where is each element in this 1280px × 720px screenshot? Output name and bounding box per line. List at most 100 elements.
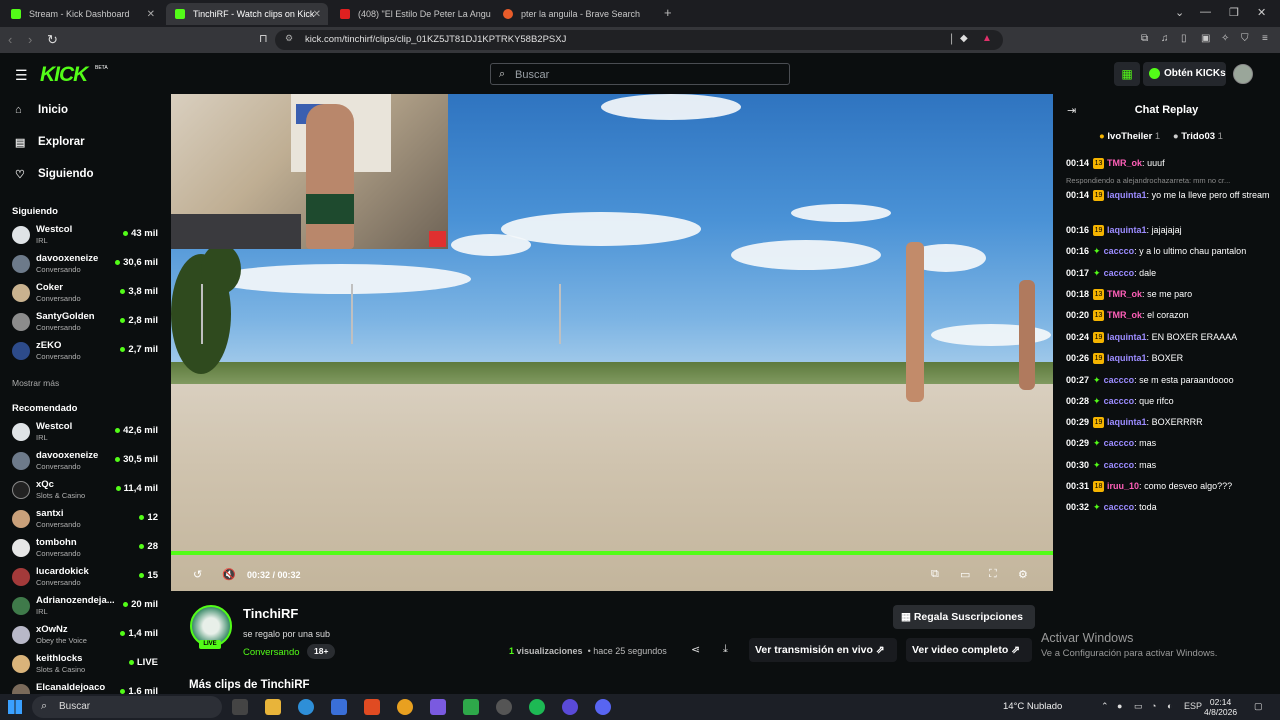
tab-youtube[interactable]: (408) "El Estilo De Peter La Anguila": [331, 3, 491, 25]
language-indicator[interactable]: ESP: [1184, 701, 1202, 711]
channel-coker[interactable]: Coker Conversando 3,8 mil: [12, 282, 162, 308]
minimize-icon[interactable]: —: [1200, 6, 1211, 18]
rec-channel-xqc[interactable]: xQc Slots & Casino 11,4 mil: [12, 479, 162, 505]
close-window-icon[interactable]: ✕: [1257, 6, 1266, 19]
network-icon[interactable]: ◔: [1151, 701, 1156, 711]
download-icon[interactable]: ⤓: [723, 643, 728, 656]
windows-start-icon[interactable]: [8, 700, 22, 714]
rec-channel-xownz[interactable]: xOwNz Obey the Voice 1,4 mil: [12, 624, 162, 650]
task-view-icon[interactable]: [232, 699, 248, 715]
search-input[interactable]: ⌕ Buscar: [490, 63, 790, 85]
file-explorer-icon[interactable]: [265, 699, 281, 715]
chat-username[interactable]: caccco: [1104, 268, 1135, 278]
chat-username[interactable]: caccco: [1104, 375, 1135, 385]
tab-tinchirf-clips[interactable]: TinchiRF - Watch clips on Kick ✕: [166, 3, 328, 25]
channel-name[interactable]: TinchiRF: [243, 606, 298, 621]
rec-channel-davooxeneize[interactable]: davooxeneize Conversando 30,5 mil: [12, 450, 162, 476]
pip-icon[interactable]: ⧉: [931, 568, 939, 581]
obs-icon[interactable]: [496, 699, 512, 715]
chat-username[interactable]: TMR_ok: [1107, 158, 1142, 168]
fullscreen-icon[interactable]: ⛶: [989, 568, 997, 581]
chat-username[interactable]: caccco: [1104, 438, 1135, 448]
battery-icon[interactable]: ▭: [1134, 701, 1143, 712]
vpn-icon[interactable]: ⛉: [1241, 33, 1249, 44]
tab-kick-dashboard[interactable]: Stream - Kick Dashboard ✕: [2, 3, 162, 25]
gift-button[interactable]: ▦: [1114, 62, 1140, 86]
watch-full-button[interactable]: Ver video completo ⇗: [906, 638, 1032, 662]
rec-channel-lucardokick[interactable]: lucardokick Conversando 15: [12, 566, 162, 592]
progress-bar[interactable]: [171, 551, 1053, 555]
chat-username[interactable]: caccco: [1104, 246, 1135, 256]
tab-brave-search[interactable]: pter la anguila - Brave Search: [494, 3, 654, 25]
notification-icon[interactable]: ▢: [1254, 701, 1263, 712]
chat-username[interactable]: caccco: [1104, 460, 1135, 470]
discord-icon[interactable]: [595, 699, 611, 715]
chat-username[interactable]: TMR_ok: [1107, 310, 1142, 320]
extensions-icon[interactable]: ⧉: [1141, 33, 1148, 44]
volume-icon[interactable]: ◐: [1167, 701, 1172, 711]
brave-icon[interactable]: [364, 699, 380, 715]
clip-category[interactable]: Conversando: [243, 647, 300, 658]
channel-zeko[interactable]: zEKO Conversando 2,7 mil: [12, 340, 162, 366]
rec-channel-santxi[interactable]: santxi Conversando 12: [12, 508, 162, 534]
bookmark-icon[interactable]: ⊓: [259, 32, 268, 45]
edge-icon[interactable]: [298, 699, 314, 715]
mature-tag[interactable]: 18+: [307, 644, 336, 659]
channel-davooxeneize[interactable]: davooxeneize Conversando 30,6 mil: [12, 253, 162, 279]
spotify-icon[interactable]: [529, 699, 545, 715]
media-icon[interactable]: ♫: [1161, 33, 1169, 44]
rec-channel-westcol[interactable]: Westcol IRL 42,6 mil: [12, 421, 162, 447]
show-more-link[interactable]: Mostrar más: [12, 378, 59, 388]
gifter-name[interactable]: IvoTheiler: [1107, 131, 1152, 142]
store-icon[interactable]: [331, 699, 347, 715]
channel-westcol[interactable]: Westcol IRL 43 mil: [12, 224, 162, 250]
tab-list-chevron-icon[interactable]: ⌄: [1175, 6, 1184, 19]
gift-subs-button[interactable]: ▦ Regala Suscripciones: [893, 605, 1035, 629]
app-icon[interactable]: [562, 699, 578, 715]
site-info-icon[interactable]: ⚙: [285, 33, 293, 44]
share-icon[interactable]: ⋖: [691, 643, 700, 656]
hamburger-menu-icon[interactable]: ☰: [15, 67, 28, 84]
chat-username[interactable]: laquinta1: [1107, 332, 1147, 342]
close-tab-icon[interactable]: ✕: [313, 9, 321, 20]
leo-ai-icon[interactable]: ✧: [1221, 33, 1229, 44]
chat-username[interactable]: laquinta1: [1107, 417, 1147, 427]
url-field[interactable]: ⚙ kick.com/tinchirf/clips/clip_01KZ5JT81…: [275, 30, 1003, 50]
nav-siguiendo[interactable]: ♡ Siguiendo: [15, 164, 94, 184]
nav-explorar[interactable]: ▤ Explorar: [15, 132, 85, 152]
menu-icon[interactable]: ≡: [1262, 33, 1268, 44]
forward-icon[interactable]: ›: [28, 32, 32, 47]
user-avatar[interactable]: [1233, 64, 1253, 84]
taskbar-clock[interactable]: 02:14 4/8/2026: [1204, 697, 1237, 717]
replay-icon[interactable]: ↺: [193, 568, 202, 581]
chat-username[interactable]: iruu_10: [1107, 481, 1139, 491]
new-tab-icon[interactable]: +: [664, 5, 672, 20]
channel-santygolden[interactable]: SantyGolden Conversando 2,8 mil: [12, 311, 162, 337]
get-kicks-button[interactable]: Obtén KICKs: [1143, 62, 1226, 86]
close-tab-icon[interactable]: ✕: [147, 9, 155, 20]
nav-inicio[interactable]: ⌂ Inicio: [15, 100, 68, 120]
rec-channel-tombohn[interactable]: tombohn Conversando 28: [12, 537, 162, 563]
sidebar-toggle-icon[interactable]: ▯: [1181, 33, 1187, 44]
video-player[interactable]: ↺ 🔇 00:32 / 00:32 ⧉ ▭ ⛶ ⚙: [171, 94, 1053, 591]
rec-channel-adrianozendejas[interactable]: Adrianozendeja... IRL 20 mil: [12, 595, 162, 621]
tray-chevron-icon[interactable]: ⌃: [1101, 701, 1109, 712]
back-icon[interactable]: ‹: [8, 32, 12, 47]
rec-channel-elcanaldejoaco[interactable]: Elcanaldejoaco 1,6 mil: [12, 682, 162, 694]
brave-rewards-icon[interactable]: ▲: [982, 33, 992, 44]
maximize-icon[interactable]: ❐: [1229, 6, 1239, 19]
chat-username[interactable]: laquinta1: [1107, 190, 1147, 200]
watch-live-button[interactable]: Ver transmisión en vivo ⇗: [749, 638, 897, 662]
chat-username[interactable]: caccco: [1104, 502, 1135, 512]
reload-icon[interactable]: ↻: [47, 32, 58, 48]
chrome-icon[interactable]: [397, 699, 413, 715]
chat-username[interactable]: caccco: [1104, 396, 1135, 406]
wallet-icon[interactable]: ▣: [1201, 33, 1210, 44]
whatsapp-icon[interactable]: [463, 699, 479, 715]
theater-mode-icon[interactable]: ▭: [960, 568, 970, 581]
mute-icon[interactable]: 🔇: [222, 568, 236, 581]
weather-widget[interactable]: 14°C Nublado: [1003, 701, 1062, 712]
brave-shield-icon[interactable]: ◆: [960, 33, 968, 44]
rec-channel-keithlocks[interactable]: keithlocks Slots & Casino LIVE: [12, 653, 162, 679]
kick-logo[interactable]: KICK: [40, 63, 88, 87]
